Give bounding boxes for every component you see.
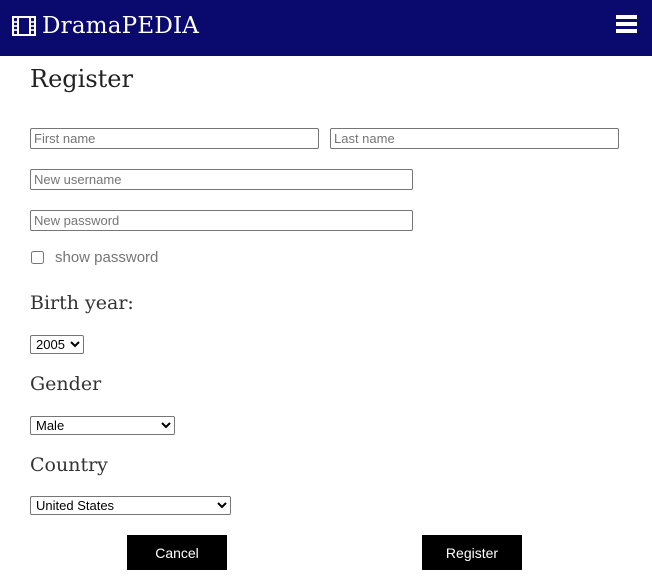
password-input[interactable] (30, 210, 413, 231)
birth-year-label: Birth year: (30, 292, 134, 314)
show-password-label: show password (55, 249, 159, 266)
show-password-checkbox[interactable] (31, 251, 44, 264)
hamburger-menu-button[interactable] (616, 15, 638, 37)
cancel-button[interactable]: Cancel (127, 535, 227, 570)
page-title: Register (30, 65, 133, 93)
brand-logo[interactable]: DramaPEDIA (12, 9, 199, 43)
register-button[interactable]: Register (422, 535, 522, 570)
first-name-input[interactable] (30, 128, 319, 149)
top-navbar: DramaPEDIA (0, 0, 652, 56)
country-select[interactable]: United States (30, 496, 231, 515)
username-input[interactable] (30, 169, 413, 190)
brand-name: DramaPEDIA (42, 13, 200, 39)
last-name-input[interactable] (330, 128, 619, 149)
birth-year-select[interactable]: 2005 (30, 335, 84, 354)
film-icon (12, 16, 36, 36)
gender-label: Gender (30, 373, 102, 395)
gender-select[interactable]: Male (30, 416, 175, 435)
country-label: Country (30, 454, 108, 476)
hamburger-icon (616, 15, 637, 19)
